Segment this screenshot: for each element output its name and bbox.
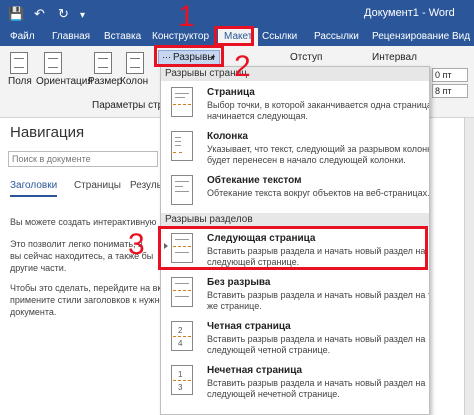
menu-item-title: Обтекание текстом bbox=[207, 175, 302, 186]
spacing-before-input[interactable]: 0 пт bbox=[432, 68, 468, 82]
indent-label: Отступ bbox=[290, 52, 323, 63]
nav-help-text: документа. bbox=[10, 307, 57, 317]
navigation-title: Навигация bbox=[10, 124, 85, 141]
menu-item-description: следующей нечетной странице. bbox=[207, 389, 340, 399]
menu-item-description: Указывает, что текст, следующий за разры… bbox=[207, 144, 430, 154]
tab-references[interactable]: Ссылки bbox=[262, 28, 297, 46]
annotation-box-next-page bbox=[158, 226, 428, 270]
menu-item-column-break[interactable]: Колонка Указывает, что текст, следующий … bbox=[161, 129, 429, 171]
menu-item-even-page[interactable]: 2 4 Четная страница Вставить разрыв разд… bbox=[161, 319, 429, 361]
menu-item-description: Обтекание текста вокруг объектов на веб-… bbox=[207, 188, 430, 198]
margins-button[interactable]: Поля bbox=[8, 76, 32, 87]
tab-view[interactable]: Вид bbox=[452, 28, 470, 46]
annotation-number-1: 1 bbox=[178, 0, 195, 33]
tab-insert[interactable]: Вставка bbox=[104, 28, 141, 46]
page-setup-group-label: Параметры стра bbox=[92, 100, 169, 111]
menu-item-description: Выбор точки, в которой заканчивается одн… bbox=[207, 100, 430, 110]
menu-item-title: Колонка bbox=[207, 131, 248, 142]
odd-page-break-icon: 1 3 bbox=[171, 365, 193, 395]
redo-icon[interactable]: ↻ bbox=[58, 6, 69, 22]
tab-home[interactable]: Главная bbox=[52, 28, 90, 46]
continuous-break-icon bbox=[171, 277, 193, 307]
menu-item-continuous[interactable]: Без разрыва Вставить разрыв раздела и на… bbox=[161, 275, 429, 317]
window-title: Документ1 - Word bbox=[364, 7, 455, 19]
navigation-pane: Навигация Поиск в документе Заголовки Ст… bbox=[0, 118, 167, 415]
spacing-after-input[interactable]: 8 пт bbox=[432, 84, 468, 98]
orientation-icon bbox=[44, 52, 62, 74]
menu-item-description: Вставить разрыв раздела и начать новый р… bbox=[207, 290, 430, 300]
menu-item-description: следующей четной странице. bbox=[207, 345, 331, 355]
text-wrapping-break-icon bbox=[171, 175, 193, 205]
orientation-button[interactable]: Ориентация bbox=[36, 76, 93, 87]
menu-item-title: Четная страница bbox=[207, 321, 291, 332]
margins-icon bbox=[10, 52, 28, 74]
menu-item-title: Без разрыва bbox=[207, 277, 271, 288]
annotation-box-layout-tab bbox=[214, 26, 254, 46]
menu-item-description: начинается следующая. bbox=[207, 111, 308, 121]
menu-item-description: Вставить разрыв раздела и начать новый р… bbox=[207, 378, 426, 388]
scrollbar[interactable] bbox=[464, 118, 474, 415]
undo-icon[interactable]: ↶ bbox=[34, 6, 45, 22]
tab-headings[interactable]: Заголовки bbox=[10, 180, 58, 197]
section-breaks-header: Разрывы разделов bbox=[161, 213, 429, 227]
nav-help-text: Чтобы это сделать, перейдите на вкл bbox=[10, 283, 167, 293]
size-button[interactable]: Размер bbox=[88, 76, 122, 87]
tab-mailings[interactable]: Рассылки bbox=[314, 28, 359, 46]
annotation-box-breaks bbox=[154, 45, 224, 67]
page-breaks-header: Разрывы страниц bbox=[161, 67, 429, 81]
annotation-number-3: 3 bbox=[128, 228, 145, 261]
columns-icon bbox=[126, 52, 144, 74]
size-icon bbox=[94, 52, 112, 74]
nav-help-text: Это позволит легко понимать, в bbox=[10, 239, 143, 249]
menu-item-page-break[interactable]: Страница Выбор точки, в которой заканчив… bbox=[161, 85, 429, 127]
nav-help-text: другие части. bbox=[10, 263, 67, 273]
menu-item-title: Страница bbox=[207, 87, 255, 98]
tab-file[interactable]: Файл bbox=[10, 28, 35, 46]
column-break-icon bbox=[171, 131, 193, 161]
title-bar: 💾 ↶ ↻ ▾ Документ1 - Word bbox=[0, 0, 474, 28]
tab-pages[interactable]: Страницы bbox=[74, 180, 121, 191]
tab-results[interactable]: Резуль bbox=[130, 180, 162, 191]
spacing-label: Интервал bbox=[372, 52, 417, 63]
columns-button[interactable]: Колон bbox=[120, 76, 148, 87]
page-break-icon bbox=[171, 87, 193, 117]
save-icon[interactable]: 💾 bbox=[8, 6, 24, 22]
menu-item-title: Нечетная страница bbox=[207, 365, 303, 376]
search-input[interactable]: Поиск в документе bbox=[8, 151, 158, 167]
nav-help-text: примените стили заголовков к нужно bbox=[10, 295, 165, 305]
even-page-break-icon: 2 4 bbox=[171, 321, 193, 351]
menu-item-text-wrapping[interactable]: Обтекание текстом Обтекание текста вокру… bbox=[161, 173, 429, 215]
nav-help-text: Вы можете создать интерактивную bbox=[10, 217, 157, 227]
annotation-number-2: 2 bbox=[234, 50, 251, 83]
menu-item-description: Вставить разрыв раздела и начать новый р… bbox=[207, 334, 426, 344]
tab-review[interactable]: Рецензирование bbox=[372, 28, 449, 46]
menu-item-description: же странице. bbox=[207, 301, 262, 311]
menu-item-odd-page[interactable]: 1 3 Нечетная страница Вставить разрыв ра… bbox=[161, 363, 429, 405]
customize-quick-access-icon[interactable]: ▾ bbox=[80, 8, 85, 24]
menu-item-description: будет перенесен в начало следующей колон… bbox=[207, 155, 406, 165]
